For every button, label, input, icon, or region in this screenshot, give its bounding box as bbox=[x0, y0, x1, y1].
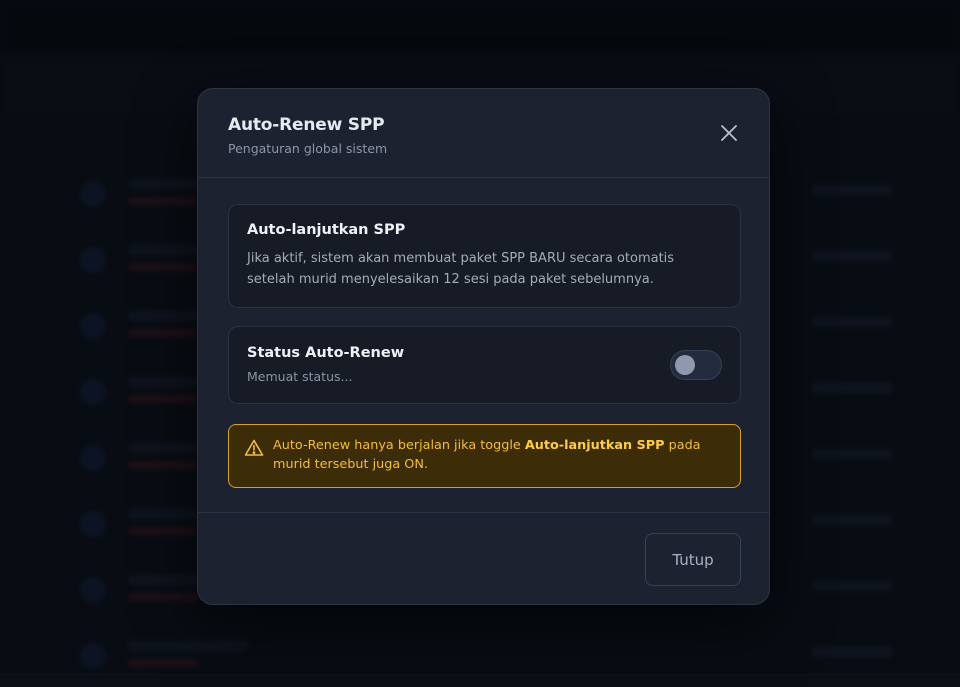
info-card-description: Jika aktif, sistem akan membuat paket SP… bbox=[247, 251, 675, 287]
modal-title: Auto-Renew SPP bbox=[228, 115, 385, 135]
footer-divider bbox=[198, 512, 769, 513]
warning-text-before: Auto-Renew hanya berjalan jika toggle bbox=[273, 438, 525, 453]
warning-text: Auto-Renew hanya berjalan jika toggle Au… bbox=[273, 436, 713, 474]
status-loading-text: Memuat status... bbox=[247, 369, 353, 384]
auto-renew-toggle[interactable] bbox=[670, 350, 722, 380]
auto-renew-status-card: Status Auto-Renew Memuat status... bbox=[228, 326, 741, 404]
warning-triangle-icon bbox=[244, 438, 264, 458]
auto-renew-modal: Auto-Renew SPP Pengaturan global sistem … bbox=[197, 88, 770, 605]
modal-subtitle: Pengaturan global sistem bbox=[228, 141, 388, 156]
modal-header: Auto-Renew SPP Pengaturan global sistem bbox=[198, 89, 769, 178]
info-card-heading: Auto-lanjutkan SPP bbox=[247, 222, 406, 238]
close-button[interactable]: Tutup bbox=[645, 533, 741, 586]
auto-continue-info-card: Auto-lanjutkan SPP Jika aktif, sistem ak… bbox=[228, 204, 741, 308]
status-card-heading: Status Auto-Renew bbox=[247, 345, 405, 361]
warning-text-bold: Auto-lanjutkan SPP bbox=[524, 438, 665, 453]
warning-notice: Auto-Renew hanya berjalan jika toggle Au… bbox=[228, 424, 741, 488]
toggle-knob bbox=[675, 355, 695, 375]
close-icon[interactable] bbox=[717, 121, 741, 145]
